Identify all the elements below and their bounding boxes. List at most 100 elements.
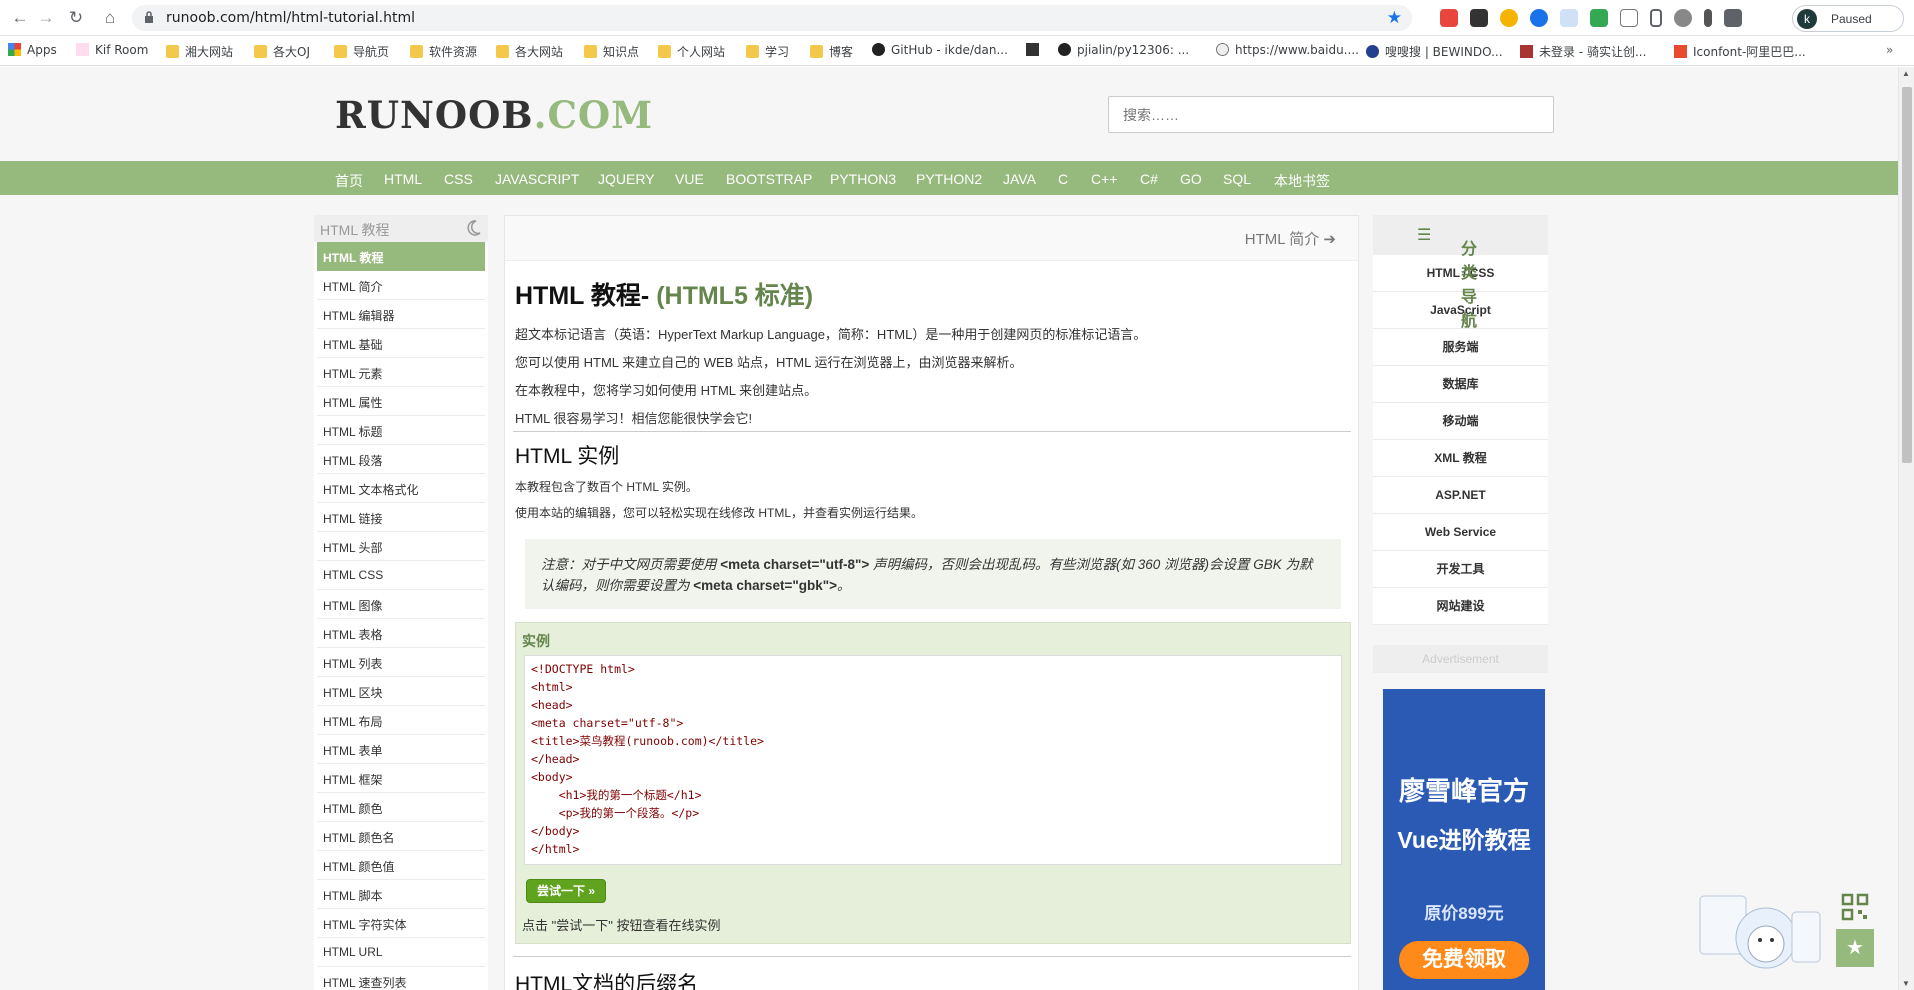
sidebar-item[interactable]: HTML 布局 [317, 706, 485, 735]
scroll-up-icon[interactable]: ▲ [1902, 69, 1910, 78]
qr-code-icon[interactable] [1841, 893, 1869, 921]
extension-icon[interactable] [1470, 9, 1488, 27]
sidebar-item[interactable]: HTML URL [317, 938, 485, 967]
bookmark-item[interactable]: Kif Room [76, 43, 148, 57]
sidebar-item[interactable]: HTML 基础 [317, 329, 485, 358]
sidebar-item[interactable]: HTML 链接 [317, 503, 485, 532]
sidebar-item[interactable]: HTML 颜色 [317, 793, 485, 822]
category-item[interactable]: 移动端 [1373, 403, 1548, 440]
profile-button[interactable]: k Paused [1792, 5, 1904, 32]
extension-icon[interactable] [1590, 9, 1608, 27]
sidebar-item[interactable]: HTML 颜色值 [317, 851, 485, 880]
bookmark-item[interactable]: GitHub - ikde/dan... [872, 43, 1008, 57]
category-item[interactable]: 网站建设 [1373, 588, 1548, 625]
sidebar-item[interactable]: HTML 区块 [317, 677, 485, 706]
bookmark-item[interactable] [1026, 43, 1045, 57]
bookmark-folder[interactable]: 个人网站 [658, 43, 725, 60]
home-icon[interactable]: ⌂ [100, 8, 120, 28]
nav-javascript[interactable]: JAVASCRIPT [495, 171, 579, 187]
bookmark-icon[interactable] [1650, 9, 1662, 27]
bookmark-item[interactable]: https://www.baidu.... [1216, 43, 1359, 57]
back-icon[interactable]: ← [10, 8, 30, 28]
search-box[interactable] [1108, 96, 1554, 133]
bookmark-folder[interactable]: 软件资源 [410, 43, 477, 60]
bookmark-folder[interactable]: 湘大网站 [166, 43, 233, 60]
nav-home[interactable]: 首页 [335, 171, 363, 191]
chrome-extension-icon[interactable] [1500, 9, 1518, 27]
sidebar-item[interactable]: HTML 元素 [317, 358, 485, 387]
extension-icon[interactable] [1704, 9, 1712, 27]
nav-jquery[interactable]: JQUERY [598, 171, 655, 187]
category-item[interactable]: 服务端 [1373, 329, 1548, 366]
ad-claim-button[interactable]: 免费领取 [1399, 941, 1529, 979]
sidebar-item[interactable]: HTML 框架 [317, 764, 485, 793]
bookmark-folder[interactable]: 学习 [746, 43, 789, 60]
address-bar[interactable]: runoob.com/html/html-tutorial.html ★ [132, 5, 1412, 31]
nav-local-bookmarks[interactable]: 本地书签 [1274, 171, 1330, 191]
sidebar-item[interactable]: HTML 颜色名 [317, 822, 485, 851]
sidebar-item[interactable]: HTML 头部 [317, 532, 485, 561]
more-bookmarks-icon[interactable]: » [1886, 43, 1893, 57]
category-item[interactable]: XML 教程 [1373, 440, 1548, 477]
sidebar-item[interactable]: HTML 列表 [317, 648, 485, 677]
bookmark-item[interactable]: 嗖嗖搜 | BEWINDO... [1366, 43, 1503, 60]
sidebar-item[interactable]: HTML 脚本 [317, 880, 485, 909]
bookmark-folder[interactable]: 导航页 [334, 43, 389, 60]
scrollbar-thumb[interactable] [1902, 87, 1912, 463]
nav-bootstrap[interactable]: BOOTSTRAP [726, 171, 812, 187]
page-scrollbar[interactable]: ▲ ▼ [1898, 67, 1914, 990]
bookmark-item[interactable]: 未登录 - 骑实让创... [1520, 43, 1646, 60]
site-logo[interactable]: RUNOOB.COM [335, 93, 653, 137]
dark-mode-moon-icon[interactable] [464, 219, 482, 237]
category-item[interactable]: 数据库 [1373, 366, 1548, 403]
extension-icon[interactable] [1620, 9, 1638, 27]
sidebar-item[interactable]: HTML 表格 [317, 619, 485, 648]
favorite-star-button[interactable]: ★ [1836, 929, 1874, 967]
sidebar-item[interactable]: HTML 文本格式化 [317, 474, 485, 503]
bookmark-item[interactable]: Iconfont-阿里巴巴... [1674, 43, 1806, 60]
sidebar-item[interactable]: HTML 表单 [317, 735, 485, 764]
scroll-down-icon[interactable]: ▼ [1902, 979, 1910, 988]
bookmark-folder[interactable]: 博客 [810, 43, 853, 60]
category-item[interactable]: ASP.NET [1373, 477, 1548, 514]
forward-icon[interactable]: → [36, 8, 56, 28]
advertisement-banner[interactable]: 廖雪峰官方 Vue进阶教程 原价899元 免费领取 [1383, 689, 1545, 990]
category-item[interactable]: 开发工具 [1373, 551, 1548, 588]
sidebar-item[interactable]: HTML 简介 [317, 271, 485, 300]
bookmark-folder[interactable]: 各大OJ [254, 43, 310, 60]
sidebar-item[interactable]: HTML 教程 [317, 242, 485, 271]
nav-sql[interactable]: SQL [1223, 171, 1251, 187]
bookmark-item[interactable]: pjialin/py12306: ... [1058, 43, 1189, 57]
extension-icon[interactable] [1440, 9, 1458, 27]
sidebar-item[interactable]: HTML 字符实体 [317, 909, 485, 938]
sidebar-item[interactable]: HTML 速查列表 [317, 967, 485, 990]
sidebar-item[interactable]: HTML CSS [317, 561, 485, 590]
reload-icon[interactable]: ↻ [66, 8, 86, 28]
sidebar-item[interactable]: HTML 标题 [317, 416, 485, 445]
sidebar-item[interactable]: HTML 编辑器 [317, 300, 485, 329]
extension-icon[interactable] [1560, 9, 1578, 27]
search-input[interactable] [1109, 97, 1553, 132]
nav-python3[interactable]: PYTHON3 [830, 171, 896, 187]
sidebar-item[interactable]: HTML 图像 [317, 590, 485, 619]
bookmark-folder[interactable]: 各大网站 [496, 43, 563, 60]
bookmark-folder[interactable]: 知识点 [584, 43, 639, 60]
extensions-puzzle-icon[interactable] [1724, 9, 1742, 27]
category-item[interactable]: Web Service [1373, 514, 1548, 551]
try-it-button[interactable]: 尝试一下 » [526, 879, 606, 903]
nav-html[interactable]: HTML [384, 171, 422, 187]
nav-cpp[interactable]: C++ [1091, 171, 1117, 187]
nav-python2[interactable]: PYTHON2 [916, 171, 982, 187]
sidebar-item[interactable]: HTML 段落 [317, 445, 485, 474]
nav-csharp[interactable]: C# [1140, 171, 1158, 187]
extension-icon[interactable] [1674, 9, 1692, 27]
nav-go[interactable]: GO [1180, 171, 1202, 187]
sidebar-item[interactable]: HTML 属性 [317, 387, 485, 416]
nav-c[interactable]: C [1058, 171, 1068, 187]
nav-css[interactable]: CSS [444, 171, 473, 187]
extension-icon[interactable] [1530, 9, 1548, 27]
bookmark-star-icon[interactable]: ★ [1387, 8, 1402, 28]
nav-vue[interactable]: VUE [675, 171, 704, 187]
next-page-link[interactable]: HTML 简介 ➔ [1245, 228, 1336, 249]
bookmark-apps[interactable]: Apps [8, 43, 57, 57]
